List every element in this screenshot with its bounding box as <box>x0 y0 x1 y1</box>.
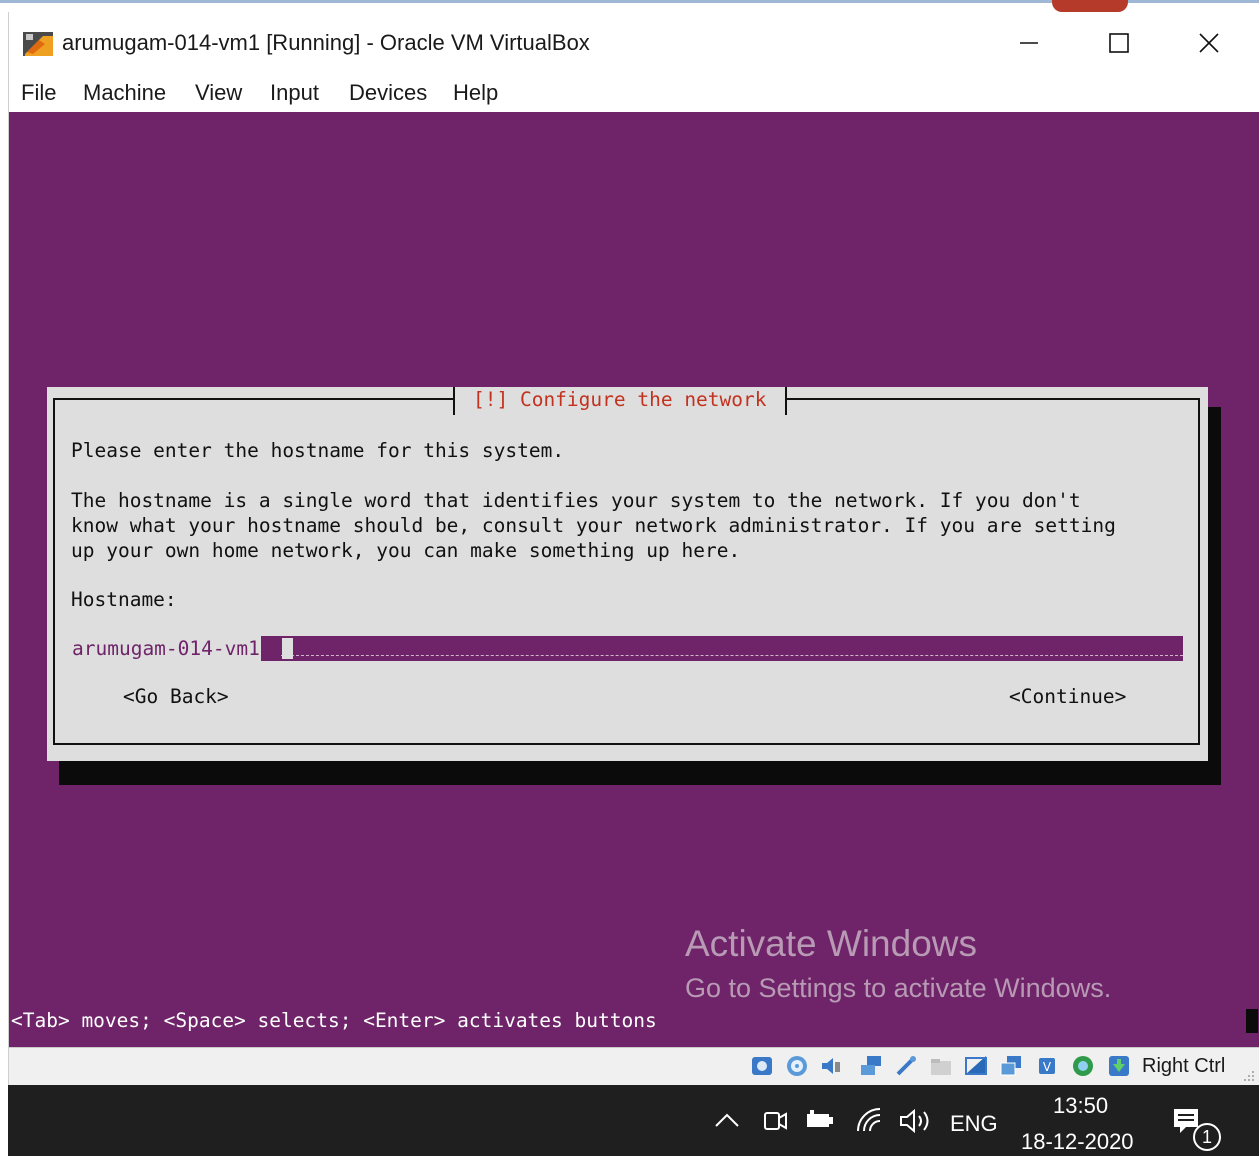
configure-network-dialog: [!] Configure the network Please enter t… <box>47 387 1208 761</box>
activate-windows-watermark: Activate Windows Go to Settings to activ… <box>685 922 1111 1004</box>
dialog-title: [!] Configure the network <box>453 387 787 415</box>
notification-count-badge: 1 <box>1193 1123 1221 1151</box>
resize-grip-icon[interactable] <box>1243 1070 1255 1082</box>
windows-taskbar: ENG 13:50 18-12-2020 1 <box>8 1085 1259 1156</box>
display-icon[interactable] <box>964 1054 988 1078</box>
chevron-up-icon[interactable] <box>714 1111 740 1129</box>
clock-date[interactable]: 18-12-2020 <box>1021 1129 1134 1155</box>
keyboard-help-line: <Tab> moves; <Space> selects; <Enter> ac… <box>11 1009 657 1032</box>
close-icon <box>1199 33 1219 53</box>
watermark-subtitle: Go to Settings to activate Windows. <box>685 973 1112 1003</box>
desktop-background-fragment <box>1052 0 1128 12</box>
close-button[interactable] <box>1179 22 1239 64</box>
title-bar[interactable]: arumugam-014-vm1 [Running] - Oracle VM V… <box>9 12 1259 76</box>
hostname-value: arumugam-014-vm1 <box>71 636 261 661</box>
cpu-icon[interactable]: V <box>1035 1054 1059 1078</box>
watermark-title: Activate Windows <box>685 923 977 964</box>
input-fill-underline <box>281 655 1183 656</box>
wifi-icon[interactable] <box>856 1107 884 1135</box>
clock-time[interactable]: 13:50 <box>1053 1093 1108 1119</box>
minimize-button[interactable] <box>999 22 1059 64</box>
battery-icon[interactable] <box>806 1109 836 1131</box>
desktop-strip <box>0 0 1259 12</box>
window-title: arumugam-014-vm1 [Running] - Oracle VM V… <box>62 30 590 55</box>
meet-now-icon[interactable] <box>762 1105 788 1135</box>
virtualbox-window: arumugam-014-vm1 [Running] - Oracle VM V… <box>8 12 1259 1085</box>
minimize-icon <box>1020 42 1038 44</box>
menu-bar: File Machine View Input Devices Help <box>9 76 1259 112</box>
hard-disk-icon[interactable] <box>750 1054 774 1078</box>
status-bar: V Right Ctrl <box>9 1047 1259 1085</box>
menu-help[interactable]: Help <box>453 80 498 106</box>
video-capture-icon[interactable] <box>999 1054 1023 1078</box>
keyboard-icon[interactable] <box>1107 1054 1131 1078</box>
menu-file[interactable]: File <box>21 80 56 106</box>
hostname-label: Hostname: <box>71 588 177 611</box>
usb-icon[interactable] <box>894 1054 918 1078</box>
hostname-input[interactable]: arumugam-014-vm1 <box>71 636 1183 661</box>
menu-devices[interactable]: Devices <box>349 80 427 106</box>
menu-machine[interactable]: Machine <box>83 80 166 106</box>
language-indicator[interactable]: ENG <box>950 1111 998 1137</box>
terminal-cursor <box>1246 1009 1258 1033</box>
maximize-icon <box>1109 33 1129 53</box>
dialog-description: The hostname is a single word that ident… <box>71 489 1116 562</box>
svg-text:V: V <box>1043 1060 1052 1074</box>
host-key-label[interactable]: Right Ctrl <box>1142 1055 1225 1078</box>
optical-disk-icon[interactable] <box>785 1054 809 1078</box>
virtualbox-app-icon <box>23 32 53 56</box>
audio-icon[interactable] <box>819 1054 843 1078</box>
maximize-button[interactable] <box>1089 22 1149 64</box>
dialog-intro: Please enter the hostname for this syste… <box>71 439 565 462</box>
menu-input[interactable]: Input <box>270 80 319 106</box>
network-icon[interactable] <box>859 1054 883 1078</box>
text-cursor <box>282 638 293 659</box>
continue-button[interactable]: <Continue> <box>1009 684 1126 709</box>
mouse-integration-icon[interactable] <box>1071 1054 1095 1078</box>
menu-view[interactable]: View <box>195 80 242 106</box>
go-back-button[interactable]: <Go Back> <box>123 684 229 709</box>
guest-screen[interactable]: [!] Configure the network Please enter t… <box>9 112 1259 1047</box>
volume-icon[interactable] <box>898 1107 934 1135</box>
shared-folders-icon[interactable] <box>929 1054 953 1078</box>
